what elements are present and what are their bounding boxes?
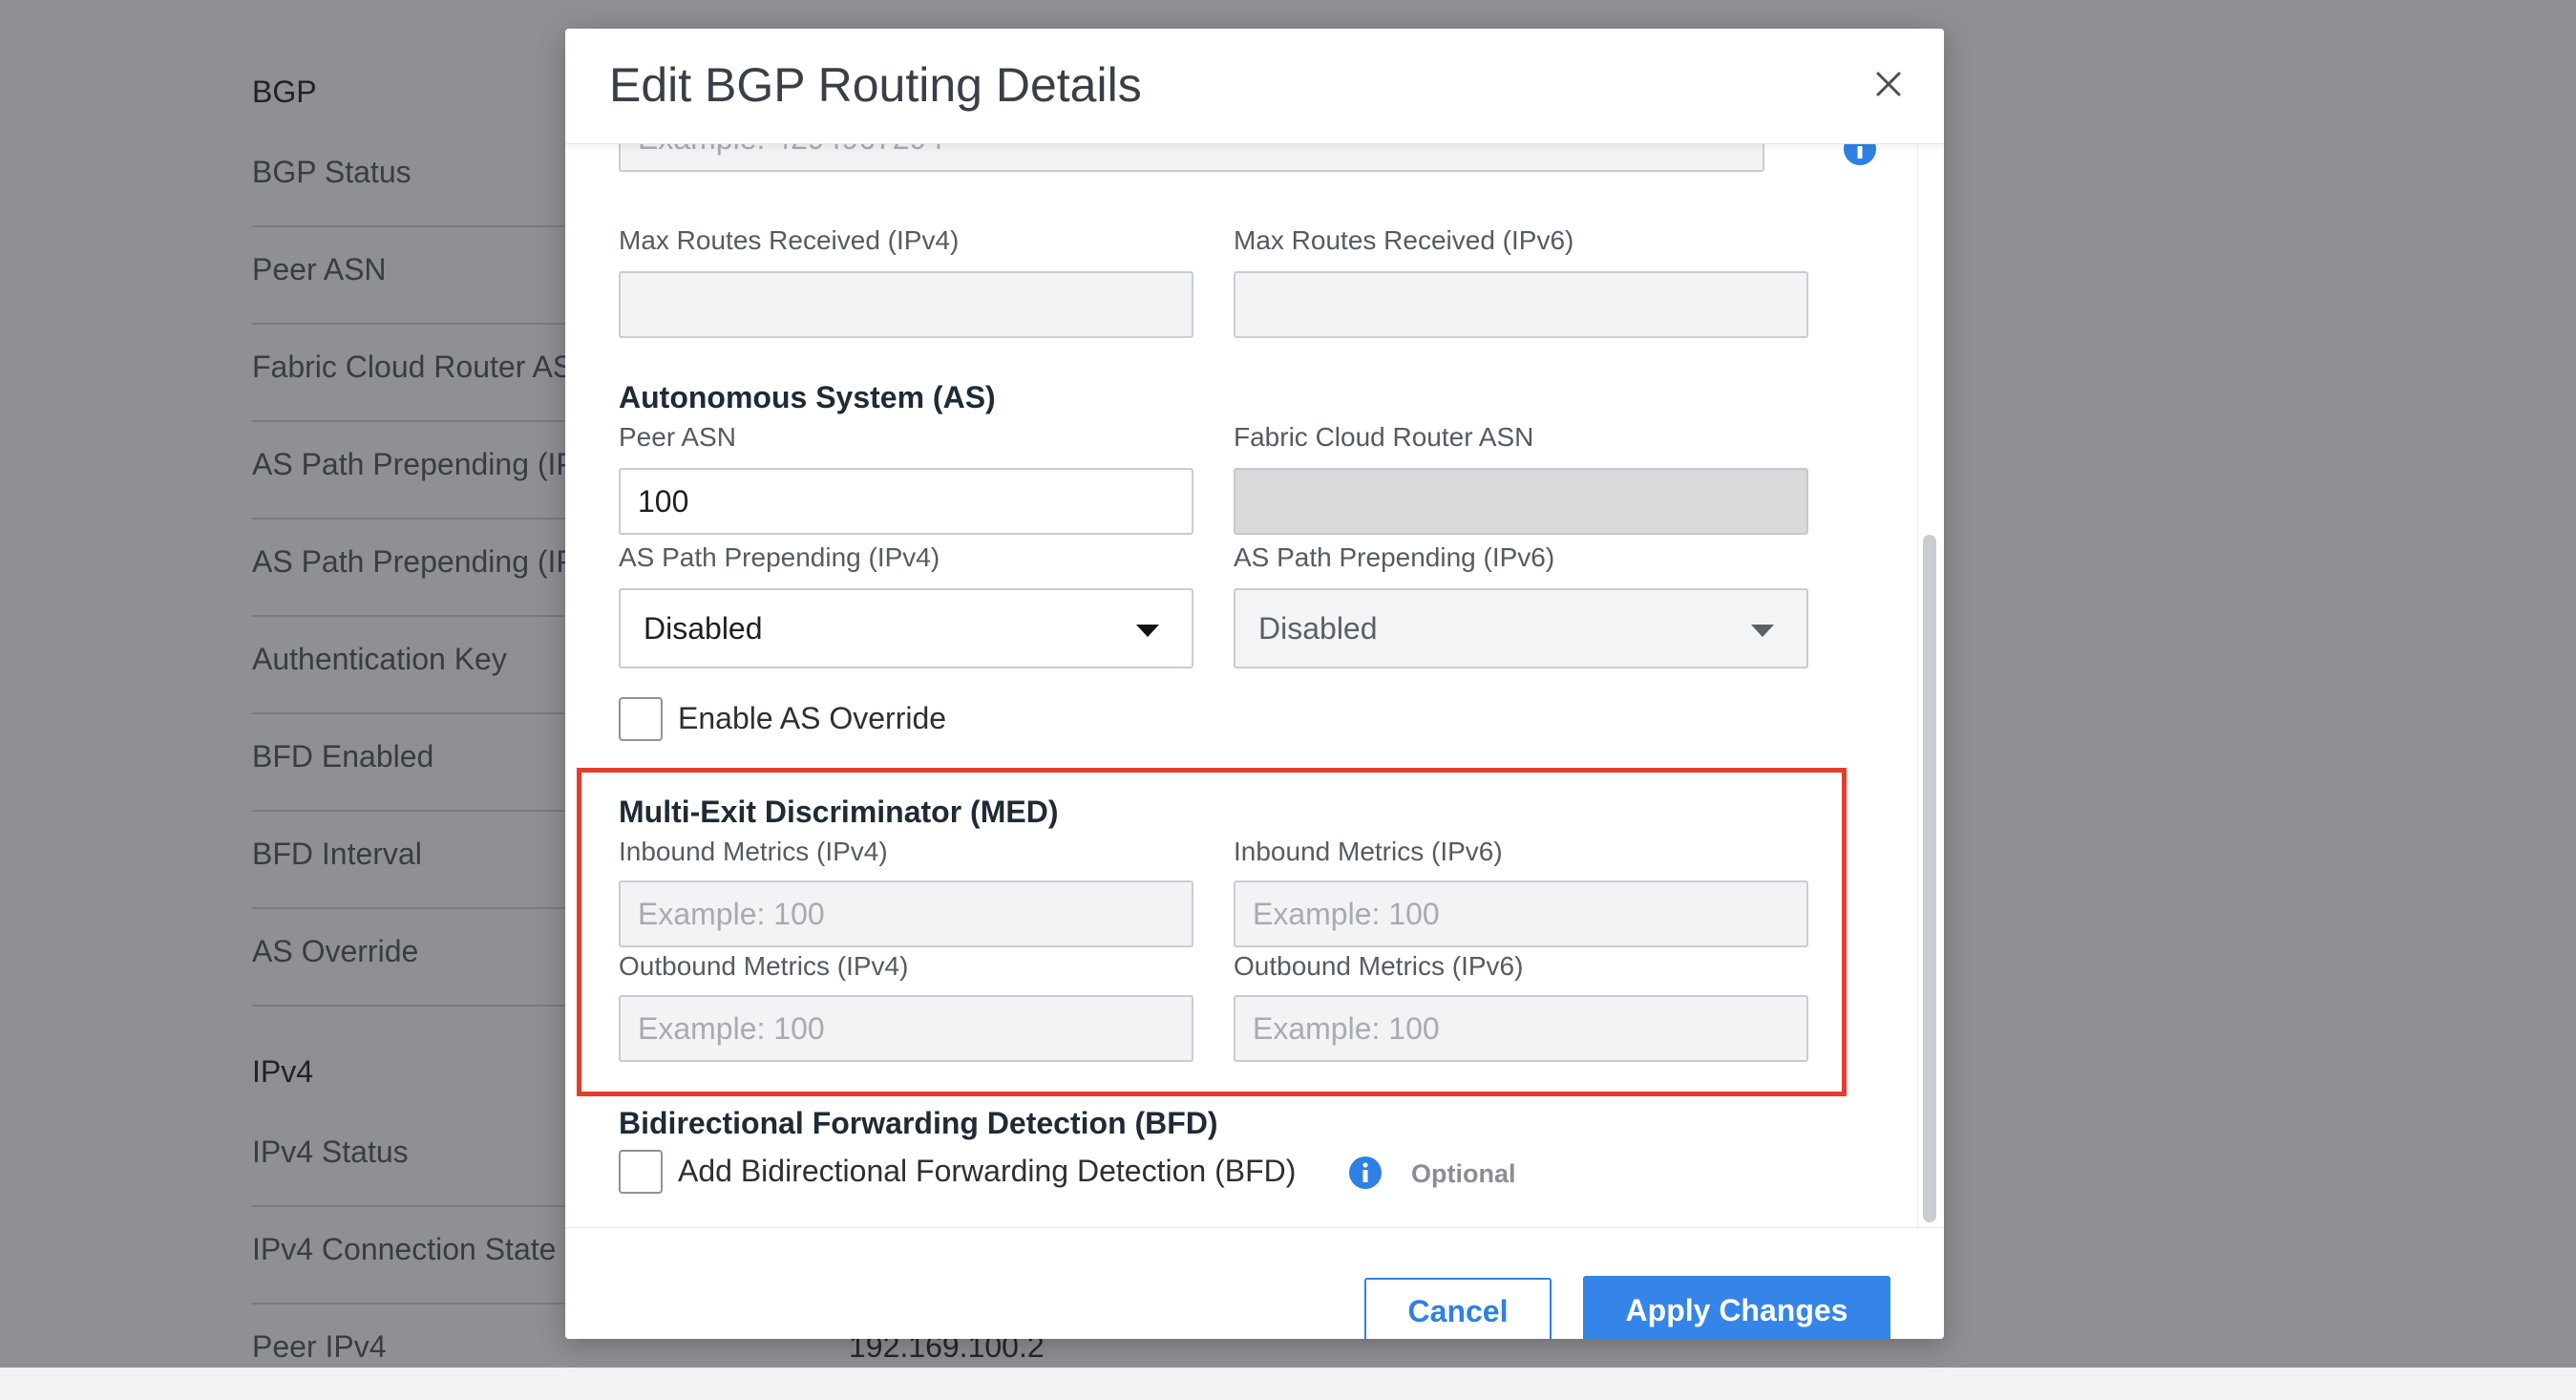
prepend-ipv6-select[interactable]: Disabled bbox=[1234, 588, 1808, 668]
max-routes-ipv4-label: Max Routes Received (IPv4) bbox=[619, 225, 960, 255]
outbound-ipv6-label: Outbound Metrics (IPv6) bbox=[1234, 951, 1524, 981]
modal-footer: Cancel Apply Changes bbox=[565, 1227, 1944, 1339]
bfd-info-icon[interactable] bbox=[1348, 1156, 1383, 1190]
peer-asn-label: Peer ASN bbox=[619, 422, 736, 452]
as-override-label[interactable]: Enable AS Override bbox=[678, 701, 946, 736]
edit-bgp-modal: Edit BGP Routing Details Max Routes Rece… bbox=[565, 29, 1944, 1339]
med-section-heading: Multi-Exit Discriminator (MED) bbox=[619, 795, 1059, 829]
close-icon bbox=[1876, 72, 1901, 96]
modal-body: Max Routes Received (IPv4) Max Routes Re… bbox=[565, 143, 1944, 1256]
prepend-ipv4-label: AS Path Prepending (IPv4) bbox=[619, 542, 940, 572]
close-button[interactable] bbox=[1871, 67, 1906, 101]
bfd-checkbox[interactable] bbox=[619, 1150, 663, 1194]
as-override-checkbox[interactable] bbox=[619, 697, 663, 741]
outbound-ipv4-label: Outbound Metrics (IPv4) bbox=[619, 951, 909, 981]
peer-asn-input[interactable] bbox=[619, 468, 1193, 535]
inbound-ipv6-input[interactable] bbox=[1234, 880, 1808, 947]
scrollbar-track bbox=[1917, 143, 1918, 1256]
inbound-ipv4-input[interactable] bbox=[619, 880, 1193, 947]
bfd-checkbox-label[interactable]: Add Bidirectional Forwarding Detection (… bbox=[678, 1154, 1296, 1189]
max-routes-ipv6-label: Max Routes Received (IPv6) bbox=[1234, 225, 1574, 255]
caret-down-icon bbox=[1136, 625, 1159, 637]
inbound-ipv6-label: Inbound Metrics (IPv6) bbox=[1234, 837, 1503, 866]
modal-title: Edit BGP Routing Details bbox=[609, 58, 1142, 112]
max-routes-ipv6-input[interactable] bbox=[1234, 271, 1808, 338]
max-routes-ipv4-input[interactable] bbox=[619, 271, 1193, 338]
prepend-ipv4-value: Disabled bbox=[644, 611, 763, 646]
modal-header: Edit BGP Routing Details bbox=[565, 29, 1944, 144]
info-icon[interactable] bbox=[1843, 143, 1877, 166]
caret-down-icon bbox=[1751, 625, 1774, 637]
route-limit-input[interactable] bbox=[619, 143, 1764, 172]
outbound-ipv6-input[interactable] bbox=[1234, 995, 1808, 1062]
fabric-asn-label: Fabric Cloud Router ASN bbox=[1234, 422, 1534, 452]
prepend-ipv4-select[interactable]: Disabled bbox=[619, 588, 1193, 668]
cancel-button[interactable]: Cancel bbox=[1364, 1278, 1552, 1339]
bfd-section-heading: Bidirectional Forwarding Detection (BFD) bbox=[619, 1106, 1218, 1140]
optional-tag: Optional bbox=[1411, 1159, 1516, 1188]
scrollbar-thumb[interactable] bbox=[1923, 535, 1936, 1222]
as-section-heading: Autonomous System (AS) bbox=[619, 380, 996, 414]
prepend-ipv6-value: Disabled bbox=[1258, 611, 1378, 646]
fabric-asn-input bbox=[1234, 468, 1808, 535]
outbound-ipv4-input[interactable] bbox=[619, 995, 1193, 1062]
prepend-ipv6-label: AS Path Prepending (IPv6) bbox=[1234, 542, 1555, 572]
inbound-ipv4-label: Inbound Metrics (IPv4) bbox=[619, 837, 888, 866]
apply-changes-button[interactable]: Apply Changes bbox=[1583, 1276, 1890, 1339]
